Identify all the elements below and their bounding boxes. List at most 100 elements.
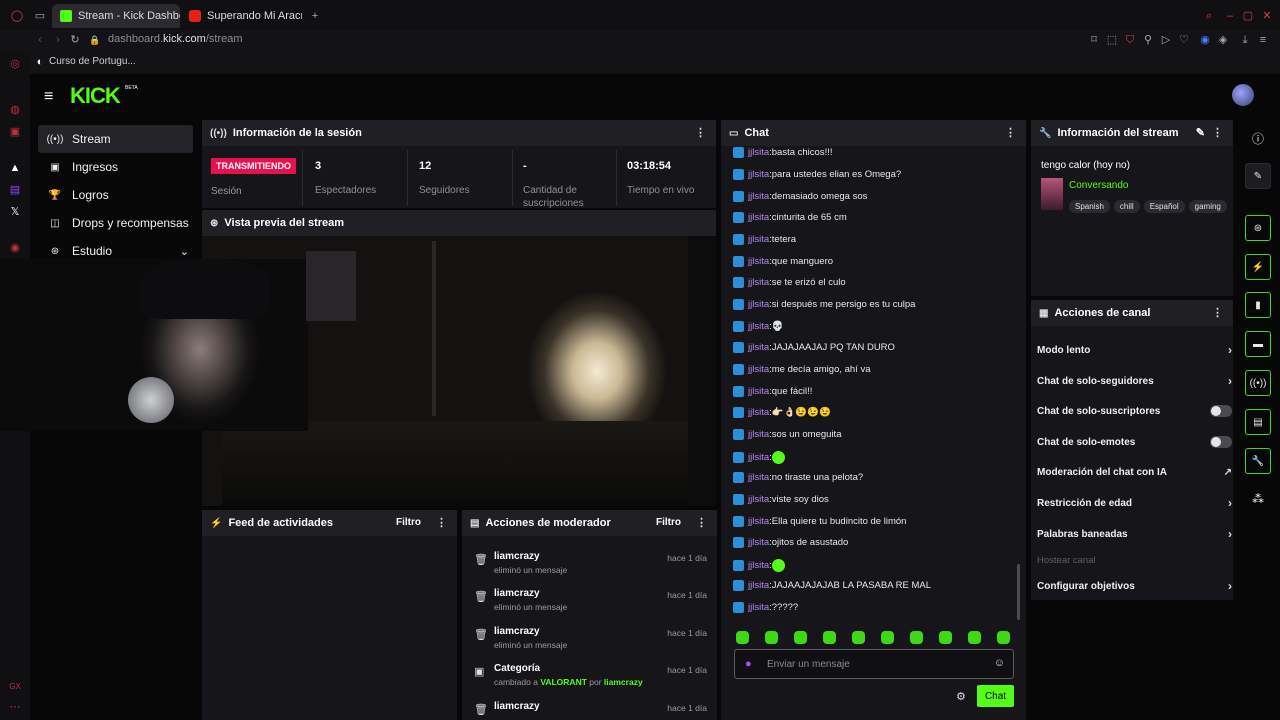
chat-scrollbar[interactable] [1017, 564, 1020, 620]
chat-username[interactable]: jjlsita [748, 516, 769, 527]
kebab-menu-icon[interactable]: ⋮ [436, 516, 447, 529]
chat-username[interactable]: jjlsita [748, 602, 769, 613]
chat-username[interactable]: jjlsita [748, 560, 769, 571]
emote-button[interactable] [939, 631, 952, 644]
url-field[interactable]: dashboard.kick.com/stream [108, 33, 243, 45]
sidebar-gx-icon[interactable]: GX [8, 680, 22, 694]
subscribers-only-toggle[interactable] [1210, 405, 1232, 417]
sidebar-speed-dial-icon[interactable]: ◎ [8, 57, 22, 71]
hamburger-menu-icon[interactable]: ≡ [44, 88, 53, 106]
bookmark-icon[interactable]: ⌑ [1087, 33, 1101, 47]
chat-username[interactable]: jjlsita [748, 277, 769, 288]
nav-item-ingresos[interactable]: ▣ Ingresos [38, 153, 193, 181]
chat-username[interactable]: jjlsita [748, 234, 769, 245]
action-ai-moderation[interactable]: Moderación del chat con IA ↗ [1037, 460, 1232, 484]
chat-input[interactable]: ● Enviar un mensaje ☺ [734, 649, 1014, 679]
chat-settings-icon[interactable]: ⚙ [956, 690, 966, 703]
nav-item-stream[interactable]: ((•)) Stream [38, 125, 193, 153]
close-window-icon[interactable]: ✕ [1260, 9, 1274, 23]
rail-session-button[interactable]: ((•)) [1245, 370, 1271, 396]
chat-username[interactable]: jjlsita [748, 429, 769, 440]
emotes-only-toggle[interactable] [1210, 436, 1232, 448]
action-age-restriction[interactable]: Restricción de edad › [1037, 491, 1232, 515]
emote-button[interactable] [997, 631, 1010, 644]
sidebar-instagram-icon[interactable]: ▣ [8, 125, 22, 139]
chat-send-button[interactable]: Chat [977, 685, 1014, 707]
search-icon[interactable]: ⌕ [1202, 9, 1216, 23]
rail-activity-button[interactable]: ⚡ [1245, 254, 1271, 280]
forward-icon[interactable]: › [51, 33, 65, 47]
tag[interactable]: Español [1143, 200, 1185, 213]
minimize-icon[interactable]: – [1223, 9, 1237, 23]
emote-button[interactable] [968, 631, 981, 644]
rail-more-icon[interactable]: ⁂ [1252, 492, 1264, 506]
action-banned-words[interactable]: Palabras baneadas › [1037, 522, 1232, 546]
chat-username[interactable]: jjlsita [748, 169, 769, 180]
kick-logo[interactable]: KICK [70, 83, 121, 109]
rail-chat-button[interactable]: ▬ [1245, 331, 1271, 357]
chat-username[interactable]: jjlsita [748, 299, 769, 310]
rail-preview-button[interactable]: ⊛ [1245, 215, 1271, 241]
chat-username[interactable]: jjlsita [748, 364, 769, 375]
action-configure-goals[interactable]: Configurar objetivos › [1037, 574, 1232, 598]
heart-icon[interactable]: ♡ [1177, 33, 1191, 47]
emote-button[interactable] [823, 631, 836, 644]
emote-button[interactable] [736, 631, 749, 644]
category-link[interactable]: VALORANT [540, 677, 587, 687]
chat-username[interactable]: jjlsita [748, 386, 769, 397]
sidebar-more-icon[interactable]: ⋯ [8, 700, 22, 714]
kebab-menu-icon[interactable]: ⋮ [1212, 126, 1223, 139]
audio-icon[interactable]: ◉ [1198, 33, 1212, 47]
nav-item-logros[interactable]: 🏆 Logros [38, 181, 193, 209]
info-icon[interactable]: ⓘ [1252, 130, 1264, 147]
chat-username[interactable]: jjlsita [748, 472, 769, 483]
chat-username[interactable]: jjlsita [748, 580, 769, 591]
sidebar-messenger-icon[interactable]: ◍ [8, 103, 22, 117]
tag[interactable]: Spanish [1069, 200, 1110, 213]
action-slow-mode[interactable]: Modo lento › [1037, 338, 1232, 362]
emote-button[interactable] [765, 631, 778, 644]
kebab-menu-icon[interactable]: ⋮ [1212, 306, 1223, 319]
emote-button[interactable] [881, 631, 894, 644]
pin-icon[interactable]: ⚲ [1141, 33, 1155, 47]
category-name[interactable]: Conversando [1069, 180, 1128, 191]
mod-filter-button[interactable]: Filtro [656, 517, 681, 528]
new-tab-icon[interactable]: + [308, 9, 322, 23]
moderator-link[interactable]: liamcrazy [604, 677, 643, 687]
action-subscribers-only[interactable]: Chat de solo-suscriptores [1037, 399, 1232, 423]
tab-kick-dashboard[interactable]: Stream - Kick Dashboard [52, 4, 180, 28]
emote-button[interactable] [852, 631, 865, 644]
chat-username[interactable]: jjlsita [748, 191, 769, 202]
rail-mod-actions-button[interactable]: ▮ [1245, 292, 1271, 318]
edit-icon[interactable]: ✎ [1196, 126, 1205, 139]
emoji-picker-icon[interactable]: ☺ [994, 657, 1005, 669]
chat-username[interactable]: jjlsita [748, 256, 769, 267]
back-icon[interactable]: ‹ [33, 33, 47, 47]
action-followers-only[interactable]: Chat de solo-seguidores › [1037, 369, 1232, 393]
chat-username[interactable]: jjlsita [748, 407, 769, 418]
rail-stream-info-button[interactable]: 🔧 [1245, 448, 1271, 474]
feed-filter-button[interactable]: Filtro [396, 517, 421, 528]
microphone-icon[interactable]: ● [745, 658, 752, 670]
chat-username[interactable]: jjlsita [748, 452, 769, 463]
emote-button[interactable] [794, 631, 807, 644]
chat-username[interactable]: jjlsita [748, 342, 769, 353]
sidebar-ai-icon[interactable]: ▲ [8, 161, 22, 175]
kebab-menu-icon[interactable]: ⋮ [695, 126, 706, 139]
sidebar-x-icon[interactable]: 𝕏 [8, 205, 22, 219]
extensions-icon[interactable]: ◈ [1216, 33, 1230, 47]
tag[interactable]: gaming [1188, 200, 1227, 213]
sidebar-twitch-icon[interactable]: ▤ [8, 183, 22, 197]
chat-username[interactable]: jjlsita [748, 212, 769, 223]
chat-username[interactable]: jjlsita [748, 537, 769, 548]
reload-icon[interactable]: ↻ [68, 33, 82, 47]
emote-button[interactable] [910, 631, 923, 644]
sidebar-player-icon[interactable]: ◉ [8, 241, 22, 255]
rail-channel-actions-button[interactable]: ▤ [1245, 409, 1271, 435]
chat-username[interactable]: jjlsita [748, 321, 769, 332]
kebab-menu-icon[interactable]: ⋮ [696, 516, 707, 529]
download-icon[interactable]: ⤓ [1238, 33, 1252, 47]
avatar[interactable] [1232, 84, 1254, 106]
play-icon[interactable]: ▷ [1159, 33, 1173, 47]
nav-item-drops[interactable]: ◫ Drops y recompensas [38, 209, 193, 237]
